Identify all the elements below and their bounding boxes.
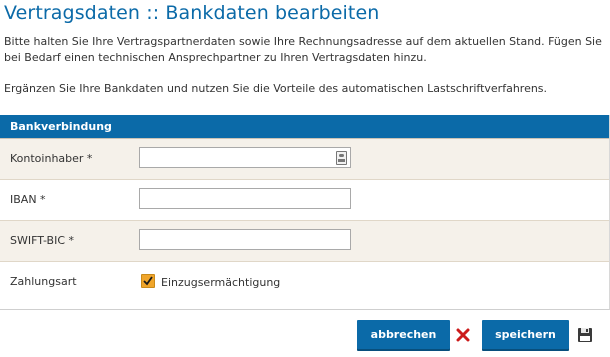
- direct-debit-label[interactable]: Einzugsermächtigung: [161, 262, 280, 304]
- swift-row: SWIFT-BIC *: [0, 220, 609, 261]
- payment-row: Zahlungsart Einzugsermächtigung: [0, 261, 609, 302]
- account-holder-row: Kontoinhaber *: [0, 138, 609, 179]
- contact-card-icon[interactable]: [336, 151, 347, 165]
- account-holder-label: Kontoinhaber *: [10, 152, 93, 165]
- page-title: Vertragsdaten :: Bankdaten bearbeiten: [4, 2, 380, 24]
- floppy-disk-icon[interactable]: [577, 327, 593, 343]
- swift-input[interactable]: [139, 229, 351, 250]
- checkmark-icon: [143, 276, 153, 286]
- bank-form: Bankverbindung Kontoinhaber * IBAN * SWI…: [0, 115, 610, 310]
- intro-bank-text: Ergänzen Sie Ihre Bankdaten und nutzen S…: [4, 82, 548, 95]
- direct-debit-checkbox[interactable]: [141, 274, 155, 288]
- iban-label: IBAN *: [10, 193, 46, 206]
- cancel-button[interactable]: abbrechen: [357, 320, 450, 349]
- payment-label: Zahlungsart: [10, 275, 77, 288]
- save-button[interactable]: speichern: [482, 320, 569, 349]
- account-holder-input[interactable]: [139, 147, 351, 168]
- intro-text: Bitte halten Sie Ihre Vertragspartnerdat…: [4, 35, 602, 64]
- iban-row: IBAN *: [0, 179, 609, 220]
- section-header: Bankverbindung: [0, 115, 609, 138]
- swift-label: SWIFT-BIC *: [10, 234, 74, 247]
- iban-input[interactable]: [139, 188, 351, 209]
- close-icon[interactable]: [456, 328, 470, 342]
